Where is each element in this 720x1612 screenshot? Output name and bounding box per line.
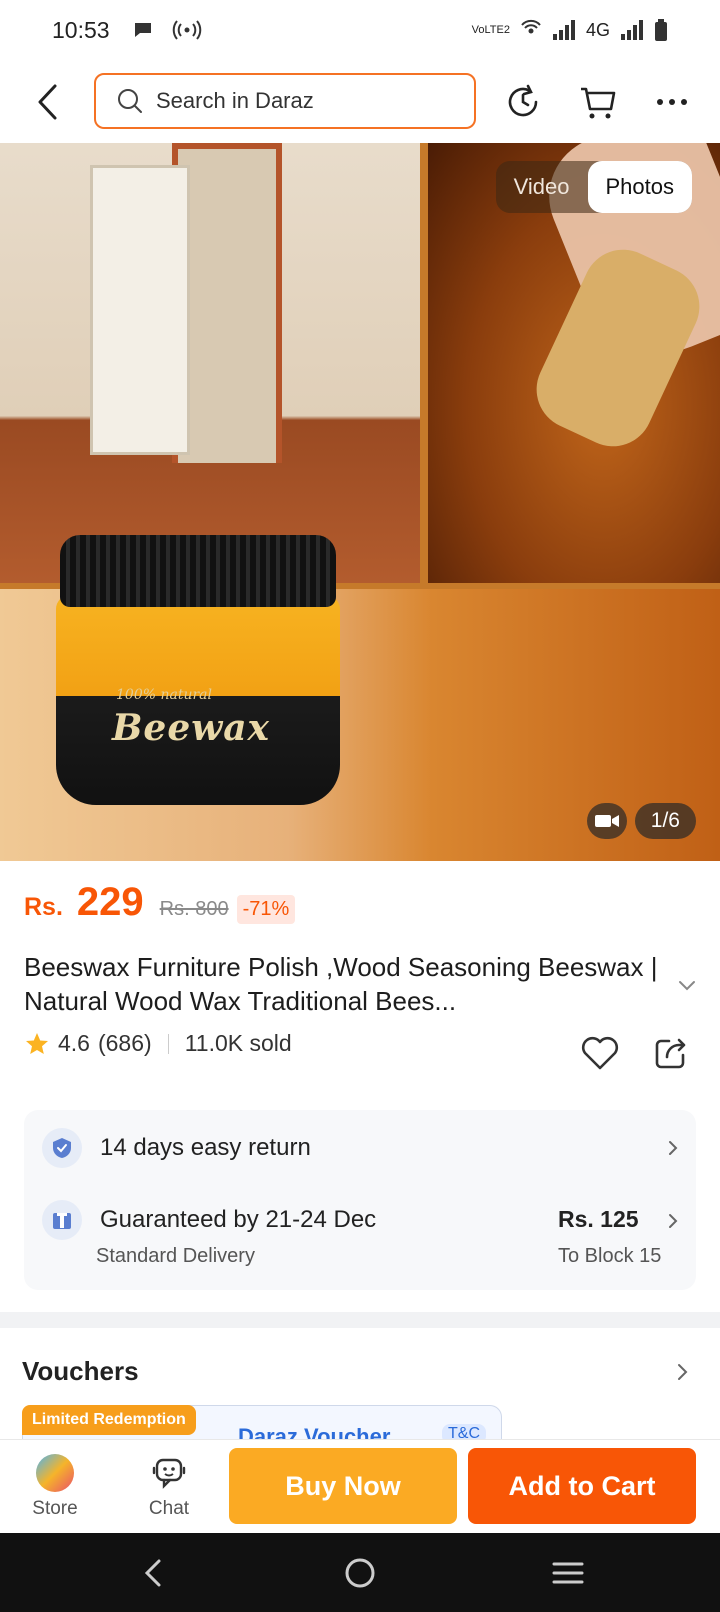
search-input[interactable]: Search in Daraz bbox=[94, 73, 476, 129]
image-count: 1/6 bbox=[634, 803, 696, 839]
tab-video[interactable]: Video bbox=[496, 161, 588, 213]
wifi-icon bbox=[521, 19, 541, 34]
volte-label: VoLTE2 bbox=[471, 24, 510, 36]
battery-icon bbox=[655, 19, 667, 41]
delivery-row[interactable]: Guaranteed by 21-24 Dec bbox=[42, 1200, 376, 1240]
status-right-icons: VoLTE2 4G bbox=[472, 19, 668, 41]
signal-icon bbox=[552, 20, 575, 40]
buy-now-button[interactable]: Buy Now bbox=[229, 1448, 457, 1524]
jar-lid bbox=[60, 535, 336, 607]
cart-icon[interactable] bbox=[578, 82, 618, 122]
system-nav-bar bbox=[0, 1533, 720, 1612]
store-icon bbox=[36, 1454, 74, 1492]
star-icon bbox=[26, 1032, 48, 1054]
currency-label: Rs. bbox=[24, 893, 63, 921]
video-icon[interactable] bbox=[586, 803, 627, 839]
chat-label: Chat bbox=[148, 1498, 190, 1519]
rating-value: 4.6 bbox=[58, 1030, 90, 1056]
return-policy-row[interactable]: 14 days easy return bbox=[42, 1128, 311, 1168]
beeswax-jar-graphic: 100% natural Beewax bbox=[56, 535, 340, 805]
chevron-down-icon[interactable] bbox=[676, 974, 698, 996]
nav-home-icon[interactable] bbox=[340, 1553, 380, 1593]
sold-count: 11.0K sold bbox=[184, 1030, 292, 1056]
original-price: Rs. 800 bbox=[159, 898, 229, 920]
signal-icon-2 bbox=[621, 20, 643, 40]
return-label: 14 days easy return bbox=[100, 1134, 311, 1161]
chevron-right-icon[interactable] bbox=[672, 1362, 692, 1382]
back-icon[interactable] bbox=[30, 82, 70, 122]
section-divider bbox=[0, 1312, 720, 1328]
refresh-icon[interactable] bbox=[503, 82, 543, 122]
delivery-location: To Block 15 bbox=[558, 1245, 662, 1267]
header: Search in Daraz bbox=[0, 62, 720, 142]
rating-row[interactable]: 4.6 (686) 11.0K sold bbox=[24, 1030, 292, 1057]
media-toggle: Video Photos bbox=[495, 161, 692, 213]
nav-menu-icon[interactable] bbox=[548, 1553, 588, 1593]
store-label: Store bbox=[32, 1498, 78, 1519]
discount-badge: -71% bbox=[236, 895, 296, 924]
delivery-price: Rs. 125 bbox=[558, 1206, 639, 1232]
chat-button[interactable]: Chat bbox=[124, 1454, 214, 1520]
chat-notification-icon bbox=[134, 23, 151, 37]
delivery-type: Standard Delivery bbox=[96, 1245, 255, 1267]
product-title[interactable]: Beeswax Furniture Polish ,Wood Seasoning… bbox=[24, 950, 660, 1018]
heart-icon[interactable] bbox=[580, 1033, 620, 1073]
door-graphic bbox=[90, 165, 190, 455]
room-floor-photo bbox=[0, 143, 420, 583]
more-icon[interactable] bbox=[652, 82, 692, 122]
service-card: 14 days easy return Guaranteed by 21-24 … bbox=[24, 1110, 696, 1290]
share-icon[interactable] bbox=[653, 1035, 689, 1071]
search-icon bbox=[118, 89, 142, 113]
delivery-label: Guaranteed by 21-24 Dec bbox=[100, 1206, 377, 1233]
network-type: 4G bbox=[585, 19, 610, 40]
separator bbox=[167, 1033, 169, 1054]
hotspot-icon bbox=[172, 20, 201, 40]
store-button[interactable]: Store bbox=[10, 1454, 100, 1520]
current-price: 229 bbox=[76, 880, 144, 924]
image-counter: 1/6 bbox=[586, 803, 696, 839]
chat-icon bbox=[152, 1458, 186, 1489]
chevron-right-icon[interactable] bbox=[664, 1139, 682, 1157]
price-row: Rs. 229 Rs. 800 -71% bbox=[24, 880, 296, 925]
tab-photos[interactable]: Photos bbox=[587, 161, 692, 213]
status-time: 10:53 bbox=[52, 16, 110, 43]
add-to-cart-button[interactable]: Add to Cart bbox=[468, 1448, 696, 1524]
jar-title: Beewax bbox=[112, 707, 271, 749]
shield-check-icon bbox=[42, 1128, 82, 1168]
jar-subtitle: 100% natural bbox=[116, 687, 212, 703]
vouchers-title: Vouchers bbox=[22, 1356, 139, 1386]
delivery-icon bbox=[42, 1200, 82, 1240]
limited-redemption-badge: Limited Redemption bbox=[22, 1405, 196, 1435]
nav-back-icon[interactable] bbox=[134, 1553, 174, 1593]
bottom-action-bar: Store Chat Buy Now Add to Cart bbox=[0, 1439, 720, 1533]
search-placeholder: Search in Daraz bbox=[156, 88, 314, 113]
status-notification-icons bbox=[132, 19, 202, 41]
chevron-right-icon[interactable] bbox=[664, 1212, 682, 1230]
review-count: (686) bbox=[97, 1030, 152, 1056]
status-bar: 10:53 VoLTE2 4G bbox=[0, 0, 720, 60]
